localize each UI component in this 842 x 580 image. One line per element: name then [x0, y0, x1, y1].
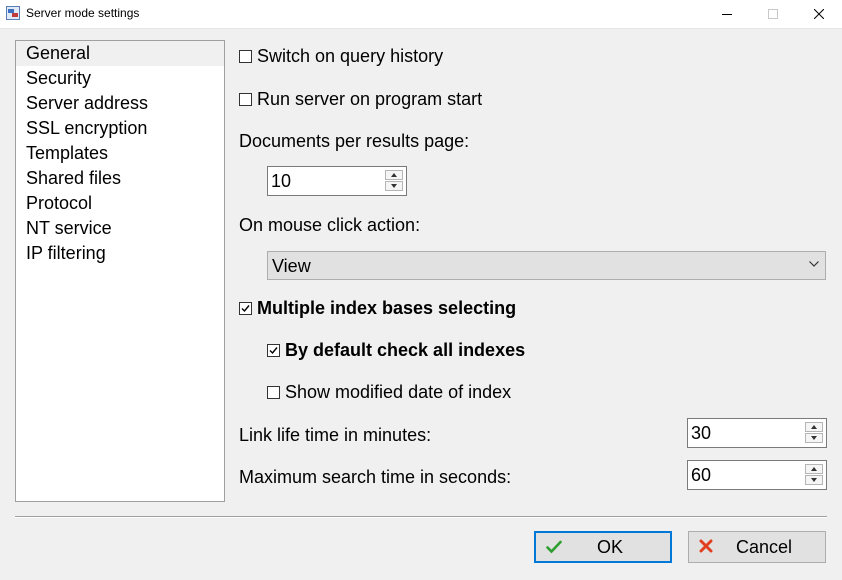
nav-item-nt-service[interactable]: NT service: [16, 216, 224, 241]
minimize-button[interactable]: [704, 0, 750, 28]
nav-item-general[interactable]: General: [16, 41, 224, 66]
ok-button[interactable]: OK: [534, 531, 672, 563]
mouse-click-action-select[interactable]: View: [267, 251, 826, 280]
cancel-button-label: Cancel: [735, 537, 793, 557]
link-life-value[interactable]: 30: [691, 422, 711, 444]
checkbox-box[interactable]: [267, 344, 280, 357]
show-modified-date-label: Show modified date of index: [285, 382, 512, 402]
window-title: Server mode settings: [26, 6, 140, 20]
multiple-index-label: Multiple index bases selecting: [257, 298, 517, 318]
docs-per-page-label: Documents per results page:: [239, 131, 470, 151]
close-button[interactable]: [796, 0, 842, 28]
checkbox-box[interactable]: [239, 302, 252, 315]
spin-up-button[interactable]: [805, 464, 823, 474]
mouse-click-action-value: View: [272, 256, 311, 276]
show-modified-date-checkbox[interactable]: Show modified date of index: [267, 382, 511, 403]
mouse-click-label: On mouse click action:: [239, 215, 421, 235]
run-on-start-label: Run server on program start: [257, 89, 483, 109]
arrow-down-icon: [811, 478, 817, 482]
ok-button-label: OK: [596, 537, 623, 557]
minimize-icon: [722, 14, 732, 15]
nav-item-ssl-encryption[interactable]: SSL encryption: [16, 116, 224, 141]
run-on-start-checkbox[interactable]: Run server on program start: [239, 89, 482, 110]
maximize-button[interactable]: [750, 0, 796, 28]
checkbox-box[interactable]: [239, 93, 252, 106]
multiple-index-checkbox[interactable]: Multiple index bases selecting: [239, 298, 516, 319]
docs-per-page-value[interactable]: 10: [271, 170, 291, 192]
nav-item-templates[interactable]: Templates: [16, 141, 224, 166]
query-history-checkbox[interactable]: Switch on query history: [239, 46, 443, 67]
max-search-value[interactable]: 60: [691, 464, 711, 486]
app-icon: [6, 6, 20, 20]
spin-down-button[interactable]: [805, 475, 823, 485]
max-search-spinner[interactable]: 60: [687, 460, 827, 490]
max-search-label: Maximum search time in seconds:: [239, 467, 512, 487]
close-icon: [814, 9, 824, 19]
query-history-label: Switch on query history: [257, 46, 444, 66]
spin-up-button[interactable]: [805, 422, 823, 432]
arrow-up-icon: [811, 467, 817, 471]
nav-item-protocol[interactable]: Protocol: [16, 191, 224, 216]
spin-up-button[interactable]: [385, 170, 403, 180]
checkmark-icon: [241, 305, 250, 313]
nav-item-shared-files[interactable]: Shared files: [16, 166, 224, 191]
checkmark-icon: [269, 347, 278, 355]
spin-down-button[interactable]: [805, 433, 823, 443]
spin-down-button[interactable]: [385, 181, 403, 191]
checkbox-box[interactable]: [239, 50, 252, 63]
arrow-up-icon: [391, 173, 397, 177]
nav-item-security[interactable]: Security: [16, 66, 224, 91]
cancel-button[interactable]: Cancel: [688, 531, 826, 563]
nav-item-server-address[interactable]: Server address: [16, 91, 224, 116]
link-life-spinner[interactable]: 30: [687, 418, 827, 448]
separator: [15, 516, 827, 518]
maximize-icon: [768, 9, 778, 19]
chevron-down-icon: [809, 261, 819, 267]
arrow-down-icon: [811, 436, 817, 440]
nav-item-ip-filtering[interactable]: IP filtering: [16, 241, 224, 266]
arrow-down-icon: [391, 184, 397, 188]
check-all-indexes-label: By default check all indexes: [285, 340, 526, 360]
checkbox-box[interactable]: [267, 386, 280, 399]
settings-category-list[interactable]: General Security Server address SSL encr…: [15, 40, 225, 502]
check-all-indexes-checkbox[interactable]: By default check all indexes: [267, 340, 525, 361]
title-bar: Server mode settings: [0, 0, 842, 29]
link-life-label: Link life time in minutes:: [239, 425, 432, 445]
arrow-up-icon: [811, 425, 817, 429]
docs-per-page-spinner[interactable]: 10: [267, 166, 407, 196]
